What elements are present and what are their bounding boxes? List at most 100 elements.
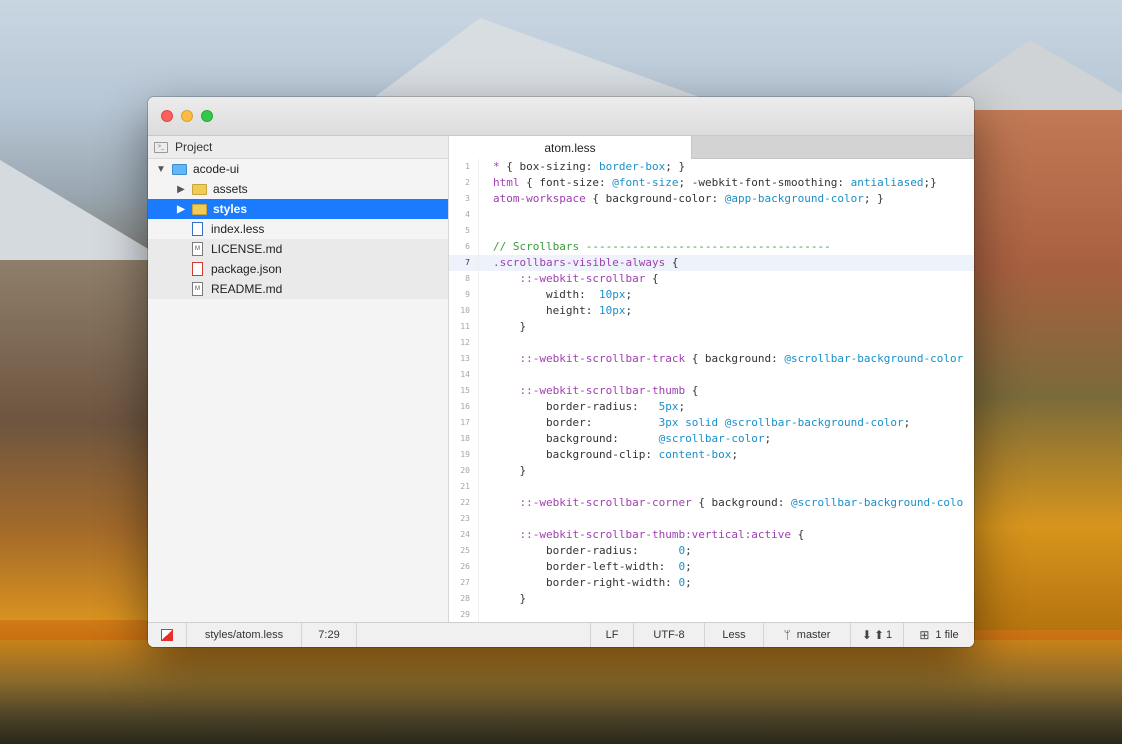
code-editor[interactable]: 1 * { box-sizing: border-box; } 2 html { fo… — [449, 159, 974, 623]
status-git-fetch[interactable]: ⬇ ⬆ 1 — [851, 623, 904, 647]
chevron-right-icon[interactable]: ▶ — [176, 184, 186, 195]
project-panel-header[interactable]: >_ Project — [148, 136, 448, 159]
code-text: border: 3px solid @scrollbar-background-… — [479, 415, 910, 431]
code-token: { background: — [691, 352, 785, 365]
code-line[interactable]: 28 } — [449, 591, 974, 607]
code-token: } — [493, 464, 527, 477]
chevron-right-icon[interactable]: ▶ — [176, 204, 186, 215]
tree-file[interactable]: M README.md — [148, 279, 448, 299]
code-line[interactable]: 5 — [449, 223, 974, 239]
arrow-down-icon: ⬇ — [861, 628, 872, 642]
code-token: { background: — [698, 496, 792, 509]
code-token: ; -webkit-font-smoothing: — [678, 176, 851, 189]
tree-item-label: acode-ui — [193, 162, 240, 176]
code-line[interactable]: 19 background-clip: content-box; — [449, 447, 974, 463]
line-number: 4 — [449, 207, 479, 223]
title-bar[interactable] — [148, 97, 974, 136]
tree-folder[interactable]: ▶ assets — [148, 179, 448, 199]
status-changed-files[interactable]: ⊞ 1 file — [904, 623, 974, 647]
status-encoding[interactable]: UTF-8 — [634, 623, 705, 647]
code-line[interactable]: 12 — [449, 335, 974, 351]
status-bar: styles/atom.less 7:29 LF UTF-8 Less ᛘ ma… — [148, 622, 974, 647]
code-line[interactable]: 8 ::-webkit-scrollbar { — [449, 271, 974, 287]
code-line[interactable]: 22 ::-webkit-scrollbar-corner { backgrou… — [449, 495, 974, 511]
line-number: 6 — [449, 239, 479, 255]
code-line[interactable]: 10 height: 10px; — [449, 303, 974, 319]
status-git-branch[interactable]: ᛘ master — [764, 623, 851, 647]
code-line[interactable]: 26 border-left-width: 0; — [449, 559, 974, 575]
code-line[interactable]: 9 width: 10px; — [449, 287, 974, 303]
status-spacer — [357, 623, 591, 647]
line-number: 3 — [449, 191, 479, 207]
status-line-ending[interactable]: LF — [591, 623, 634, 647]
code-text: border-right-width: 0; — [479, 575, 692, 591]
code-line[interactable]: 15 ::-webkit-scrollbar-thumb { — [449, 383, 974, 399]
code-value: 10px — [598, 288, 626, 301]
code-line[interactable]: 4 — [449, 207, 974, 223]
tree-folder[interactable]: ▶ styles — [148, 199, 448, 219]
code-line[interactable]: 11 } — [449, 319, 974, 335]
tree-file[interactable]: M LICENSE.md — [148, 239, 448, 259]
maximize-window-button[interactable] — [201, 110, 213, 122]
minimize-window-button[interactable] — [181, 110, 193, 122]
status-cursor-position[interactable]: 7:29 — [302, 623, 357, 647]
code-token: ; — [625, 288, 633, 301]
tab-label: atom.less — [544, 140, 596, 155]
tree-file[interactable]: index.less — [148, 219, 448, 239]
code-line[interactable]: 14 — [449, 367, 974, 383]
code-token: background: — [493, 432, 659, 445]
code-line[interactable]: 7 .scrollbars-visible-always { — [449, 255, 974, 271]
folder-icon — [172, 163, 187, 175]
code-token: } — [493, 592, 527, 605]
file-path-label: styles/atom.less — [204, 629, 284, 641]
code-token: ; — [764, 432, 772, 445]
line-number: 1 — [449, 159, 479, 175]
line-ending-label: LF — [605, 629, 619, 641]
code-token: width: — [493, 288, 599, 301]
code-token: { box-sizing: — [506, 160, 599, 173]
code-line[interactable]: 1 * { box-sizing: border-box; } — [449, 159, 974, 175]
code-line[interactable]: 23 — [449, 511, 974, 527]
tab-atom-less[interactable]: atom.less — [449, 136, 692, 159]
code-line[interactable]: 21 — [449, 479, 974, 495]
tree-file[interactable]: package.json — [148, 259, 448, 279]
code-line[interactable]: 29 — [449, 607, 974, 623]
status-error-indicator[interactable] — [148, 623, 187, 647]
hillside-left — [0, 260, 150, 620]
code-value: @scrollbar-color — [658, 432, 765, 445]
code-token: } — [493, 320, 527, 333]
code-line[interactable]: 17 border: 3px solid @scrollbar-backgrou… — [449, 415, 974, 431]
markdown-file-icon: M — [192, 242, 203, 256]
code-token: ; — [685, 544, 692, 557]
close-window-button[interactable] — [161, 110, 173, 122]
code-text: height: 10px; — [479, 303, 632, 319]
code-line[interactable]: 13 ::-webkit-scrollbar-track { backgroun… — [449, 351, 974, 367]
code-line[interactable]: 16 border-radius: 5px; — [449, 399, 974, 415]
tree-folder[interactable]: ▼ acode-ui — [148, 159, 448, 179]
code-token: ; — [685, 560, 692, 573]
status-grammar[interactable]: Less — [705, 623, 764, 647]
code-text: * { box-sizing: border-box; } — [479, 159, 685, 175]
tree-item-label: README.md — [211, 282, 283, 296]
code-line[interactable]: 3 atom-workspace { background-color: @app… — [449, 191, 974, 207]
line-number: 15 — [449, 383, 479, 399]
chevron-down-icon[interactable]: ▼ — [156, 164, 166, 175]
editor-pane: atom.less 1 * { box-sizing: border-box; }… — [449, 136, 974, 623]
folder-icon — [192, 203, 207, 215]
code-line[interactable]: 24 ::-webkit-scrollbar-thumb:vertical:ac… — [449, 527, 974, 543]
code-line[interactable]: 18 background: @scrollbar-color; — [449, 431, 974, 447]
code-text: border-radius: 5px; — [479, 399, 685, 415]
code-token: ; } — [665, 160, 686, 173]
code-line[interactable]: 2 html { font-size: @font-size; -webkit-f… — [449, 175, 974, 191]
line-number: 14 — [449, 367, 479, 383]
code-line[interactable]: 27 border-right-width: 0; — [449, 575, 974, 591]
status-file-path[interactable]: styles/atom.less — [187, 623, 302, 647]
code-selector: atom-workspace — [493, 192, 593, 205]
code-line[interactable]: 6 // Scrollbars -------------------------… — [449, 239, 974, 255]
code-line[interactable]: 25 border-radius: 0; — [449, 543, 974, 559]
code-text: } — [479, 463, 526, 479]
line-number: 16 — [449, 399, 479, 415]
code-line[interactable]: 20 } — [449, 463, 974, 479]
